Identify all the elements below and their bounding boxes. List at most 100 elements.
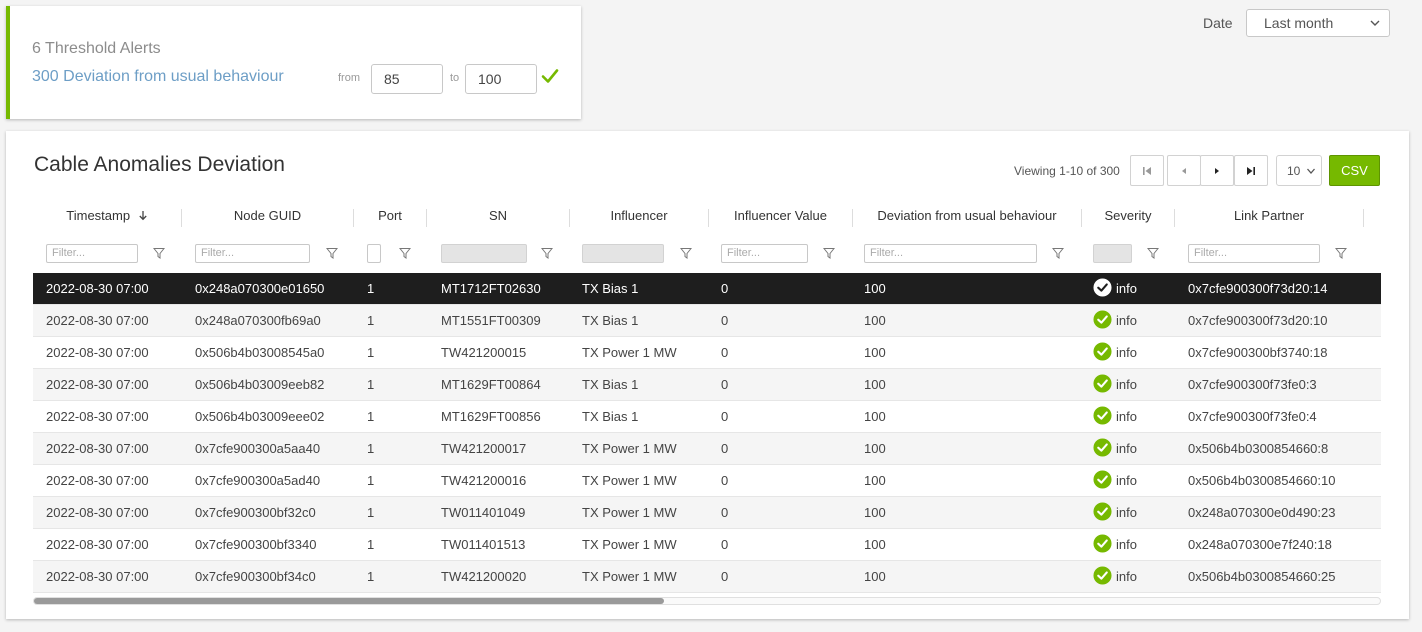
cell-link-partner: 0x7cfe900300f73fe0:3 bbox=[1188, 377, 1317, 392]
cell-sn: TW421200020 bbox=[441, 569, 527, 584]
cell-severity: info bbox=[1093, 497, 1137, 528]
first-page-icon bbox=[1143, 166, 1151, 175]
cell-influencer: TX Power 1 MW bbox=[582, 473, 677, 488]
check-circle-icon bbox=[1093, 470, 1112, 489]
table-header-row: Timestamp Node GUID Port SN Influencer I… bbox=[33, 201, 1381, 233]
column-header-link-partner[interactable]: Link Partner bbox=[1175, 201, 1363, 233]
check-icon[interactable] bbox=[540, 66, 560, 86]
cell-severity: info bbox=[1093, 273, 1137, 304]
date-filter-select[interactable]: Last month bbox=[1246, 9, 1390, 37]
filter-input-port[interactable] bbox=[367, 244, 381, 263]
column-header-influencer-value[interactable]: Influencer Value bbox=[709, 201, 852, 233]
filter-input-node-guid[interactable]: Filter... bbox=[195, 244, 310, 263]
check-circle-icon bbox=[1093, 342, 1112, 361]
csv-export-button[interactable]: CSV bbox=[1329, 155, 1380, 186]
range-from-input[interactable] bbox=[371, 64, 443, 94]
table-row[interactable]: 2022-08-30 07:00 0x7cfe900300bf32c0 1 TW011… bbox=[33, 497, 1381, 529]
cell-deviation: 100 bbox=[864, 473, 886, 488]
table-row[interactable]: 2022-08-30 07:00 0x7cfe900300a5aa40 1 TW421… bbox=[33, 433, 1381, 465]
last-page-button[interactable] bbox=[1234, 155, 1268, 186]
column-header-timestamp[interactable]: Timestamp bbox=[33, 201, 181, 233]
funnel-icon[interactable] bbox=[541, 247, 553, 259]
cell-timestamp: 2022-08-30 07:00 bbox=[46, 569, 149, 584]
cell-influencer: TX Power 1 MW bbox=[582, 537, 677, 552]
cell-link-partner: 0x7cfe900300bf3740:18 bbox=[1188, 345, 1328, 360]
funnel-icon[interactable] bbox=[823, 247, 835, 259]
filter-input-timestamp[interactable]: Filter... bbox=[46, 244, 138, 263]
funnel-icon[interactable] bbox=[1147, 247, 1159, 259]
cell-timestamp: 2022-08-30 07:00 bbox=[46, 377, 149, 392]
severity-label: info bbox=[1116, 473, 1137, 488]
filter-input-link-partner[interactable]: Filter... bbox=[1188, 244, 1320, 263]
cell-link-partner: 0x7cfe900300f73d20:14 bbox=[1188, 281, 1328, 296]
column-header-node-guid[interactable]: Node GUID bbox=[182, 201, 353, 233]
cell-deviation: 100 bbox=[864, 377, 886, 392]
cell-influencer: TX Power 1 MW bbox=[582, 505, 677, 520]
cell-severity: info bbox=[1093, 401, 1137, 432]
funnel-icon[interactable] bbox=[680, 247, 692, 259]
horizontal-scrollbar[interactable] bbox=[33, 597, 1381, 605]
filter-input-influencer[interactable] bbox=[582, 244, 664, 263]
cell-link-partner: 0x248a070300e0d490:23 bbox=[1188, 505, 1336, 520]
cell-node-guid: 0x248a070300e01650 bbox=[195, 281, 325, 296]
filter-input-severity[interactable] bbox=[1093, 244, 1132, 263]
next-page-button[interactable] bbox=[1200, 155, 1234, 186]
funnel-icon[interactable] bbox=[326, 247, 338, 259]
severity-label: info bbox=[1116, 569, 1137, 584]
cell-sn: MT1629FT00864 bbox=[441, 377, 541, 392]
funnel-icon[interactable] bbox=[1052, 247, 1064, 259]
table-row[interactable]: 2022-08-30 07:00 0x7cfe900300a5ad40 1 TW421… bbox=[33, 465, 1381, 497]
table-row[interactable]: 2022-08-30 07:00 0x506b4b03008545a0 1 TW421… bbox=[33, 337, 1381, 369]
cell-sn: TW421200016 bbox=[441, 473, 527, 488]
pagination-status: Viewing 1-10 of 300 bbox=[1014, 164, 1120, 178]
chevron-down-icon bbox=[1370, 20, 1380, 26]
cell-timestamp: 2022-08-30 07:00 bbox=[46, 473, 149, 488]
cell-port: 1 bbox=[367, 473, 375, 488]
cell-node-guid: 0x7cfe900300bf34c0 bbox=[195, 569, 316, 584]
table-row[interactable]: 2022-08-30 07:00 0x248a070300fb69a0 1 MT155… bbox=[33, 305, 1381, 337]
cell-sn: TW421200015 bbox=[441, 345, 527, 360]
first-page-button[interactable] bbox=[1130, 155, 1164, 186]
table-row[interactable]: 2022-08-30 07:00 0x506b4b03009eee02 1 MT162… bbox=[33, 401, 1381, 433]
range-to-input[interactable] bbox=[465, 64, 537, 94]
cell-sn: MT1712FT02630 bbox=[441, 281, 541, 296]
column-header-deviation[interactable]: Deviation from usual behaviour bbox=[853, 201, 1081, 233]
column-header-sn[interactable]: SN bbox=[427, 201, 569, 233]
column-header-port[interactable]: Port bbox=[354, 201, 426, 233]
cell-node-guid: 0x7cfe900300bf32c0 bbox=[195, 505, 316, 520]
funnel-icon[interactable] bbox=[153, 247, 165, 259]
severity-label: info bbox=[1116, 281, 1137, 296]
severity-label: info bbox=[1116, 345, 1137, 360]
cell-link-partner: 0x506b4b0300854660:8 bbox=[1188, 441, 1329, 456]
cell-link-partner: 0x248a070300e7f240:18 bbox=[1188, 537, 1332, 552]
rows-per-page-select[interactable]: 10 bbox=[1276, 155, 1322, 186]
cell-port: 1 bbox=[367, 377, 375, 392]
cell-influencer: TX Bias 1 bbox=[582, 377, 639, 392]
date-filter-label: Date bbox=[1203, 15, 1233, 31]
table-row[interactable]: 2022-08-30 07:00 0x248a070300e01650 1 MT171… bbox=[33, 273, 1381, 305]
rows-per-page-value: 10 bbox=[1287, 164, 1301, 178]
table-row[interactable]: 2022-08-30 07:00 0x7cfe900300bf34c0 1 TW421… bbox=[33, 561, 1381, 593]
cell-timestamp: 2022-08-30 07:00 bbox=[46, 313, 149, 328]
table-row[interactable]: 2022-08-30 07:00 0x7cfe900300bf3340 1 TW011… bbox=[33, 529, 1381, 561]
funnel-icon[interactable] bbox=[1335, 247, 1347, 259]
last-page-icon bbox=[1247, 166, 1255, 175]
check-circle-icon bbox=[1093, 374, 1112, 393]
cell-deviation: 100 bbox=[864, 281, 886, 296]
column-header-influencer[interactable]: Influencer bbox=[570, 201, 708, 233]
filter-input-sn[interactable] bbox=[441, 244, 527, 263]
deviation-alerts-link[interactable]: 300 Deviation from usual behaviour bbox=[32, 68, 284, 86]
column-header-severity[interactable]: Severity bbox=[1082, 201, 1174, 233]
horizontal-scrollbar-thumb[interactable] bbox=[34, 598, 664, 604]
cell-timestamp: 2022-08-30 07:00 bbox=[46, 409, 149, 424]
severity-label: info bbox=[1116, 537, 1137, 552]
severity-label: info bbox=[1116, 441, 1137, 456]
funnel-icon[interactable] bbox=[399, 247, 411, 259]
cell-deviation: 100 bbox=[864, 409, 886, 424]
filter-input-deviation[interactable]: Filter... bbox=[864, 244, 1037, 263]
cell-deviation: 100 bbox=[864, 569, 886, 584]
table-row[interactable]: 2022-08-30 07:00 0x506b4b03009eeb82 1 MT162… bbox=[33, 369, 1381, 401]
prev-page-button[interactable] bbox=[1167, 155, 1201, 186]
cell-sn: TW011401513 bbox=[441, 537, 526, 552]
filter-input-influencer-value[interactable]: Filter... bbox=[721, 244, 808, 263]
